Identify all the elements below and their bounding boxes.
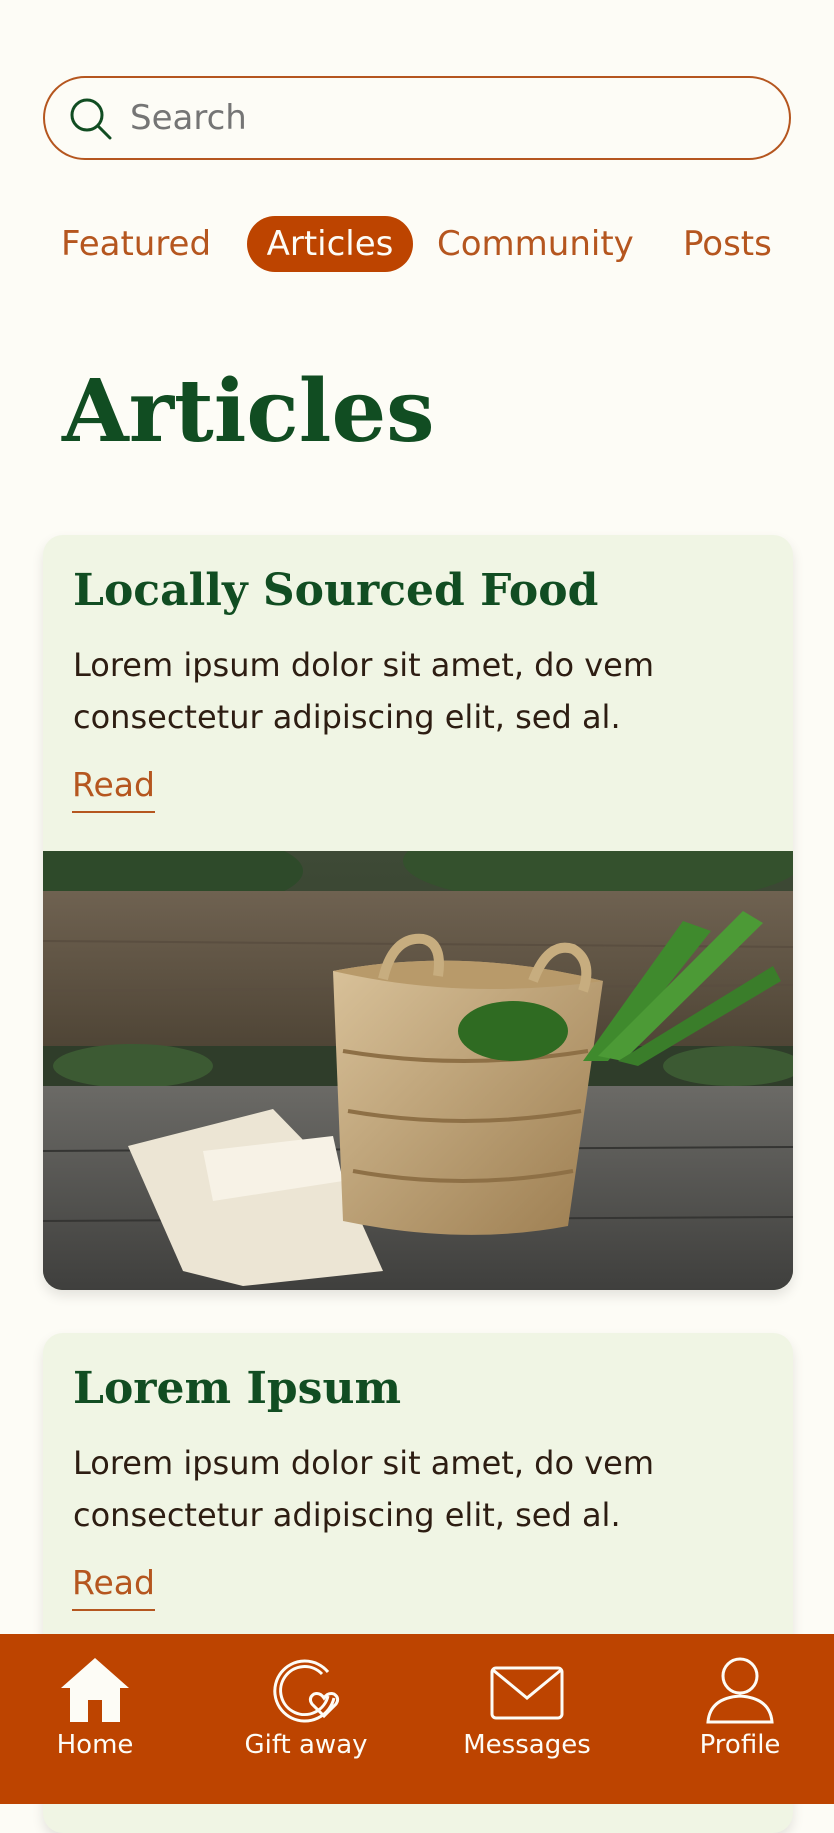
article-title: Lorem Ipsum bbox=[73, 1363, 402, 1414]
home-icon bbox=[61, 1658, 129, 1722]
tab-posts[interactable]: Posts bbox=[683, 216, 772, 272]
search-input[interactable] bbox=[130, 92, 750, 144]
nav-home[interactable]: Home bbox=[40, 1654, 150, 1784]
nav-gift-away[interactable]: Gift away bbox=[226, 1654, 386, 1784]
page-title: Articles bbox=[62, 361, 435, 462]
article-title: Locally Sourced Food bbox=[73, 565, 599, 616]
nav-label: Home bbox=[56, 1730, 134, 1760]
gift-away-icon bbox=[273, 1659, 340, 1723]
tab-community[interactable]: Community bbox=[437, 216, 634, 272]
envelope-icon bbox=[490, 1666, 564, 1720]
tab-featured[interactable]: Featured bbox=[61, 216, 211, 272]
user-icon bbox=[706, 1657, 774, 1724]
article-card[interactable]: Locally Sourced Food Lorem ipsum dolor s… bbox=[43, 535, 793, 1290]
nav-messages[interactable]: Messages bbox=[452, 1654, 602, 1784]
nav-profile[interactable]: Profile bbox=[690, 1654, 790, 1784]
article-excerpt: Lorem ipsum dolor sit amet, do vem conse… bbox=[73, 646, 655, 736]
search-icon bbox=[65, 94, 115, 144]
category-tabs: Featured Articles Community Posts bbox=[0, 216, 834, 272]
nav-label: Gift away bbox=[244, 1730, 368, 1760]
read-link[interactable]: Read bbox=[72, 1561, 155, 1611]
article-excerpt: Lorem ipsum dolor sit amet, do vem conse… bbox=[73, 1444, 655, 1534]
read-link[interactable]: Read bbox=[72, 763, 155, 813]
article-image bbox=[43, 851, 793, 1290]
bottom-nav: Home Gift away Messages Profile bbox=[0, 1634, 834, 1804]
tab-articles[interactable]: Articles bbox=[247, 216, 413, 272]
nav-label: Messages bbox=[463, 1730, 591, 1760]
search-bar[interactable] bbox=[43, 76, 791, 160]
nav-label: Profile bbox=[699, 1730, 781, 1760]
